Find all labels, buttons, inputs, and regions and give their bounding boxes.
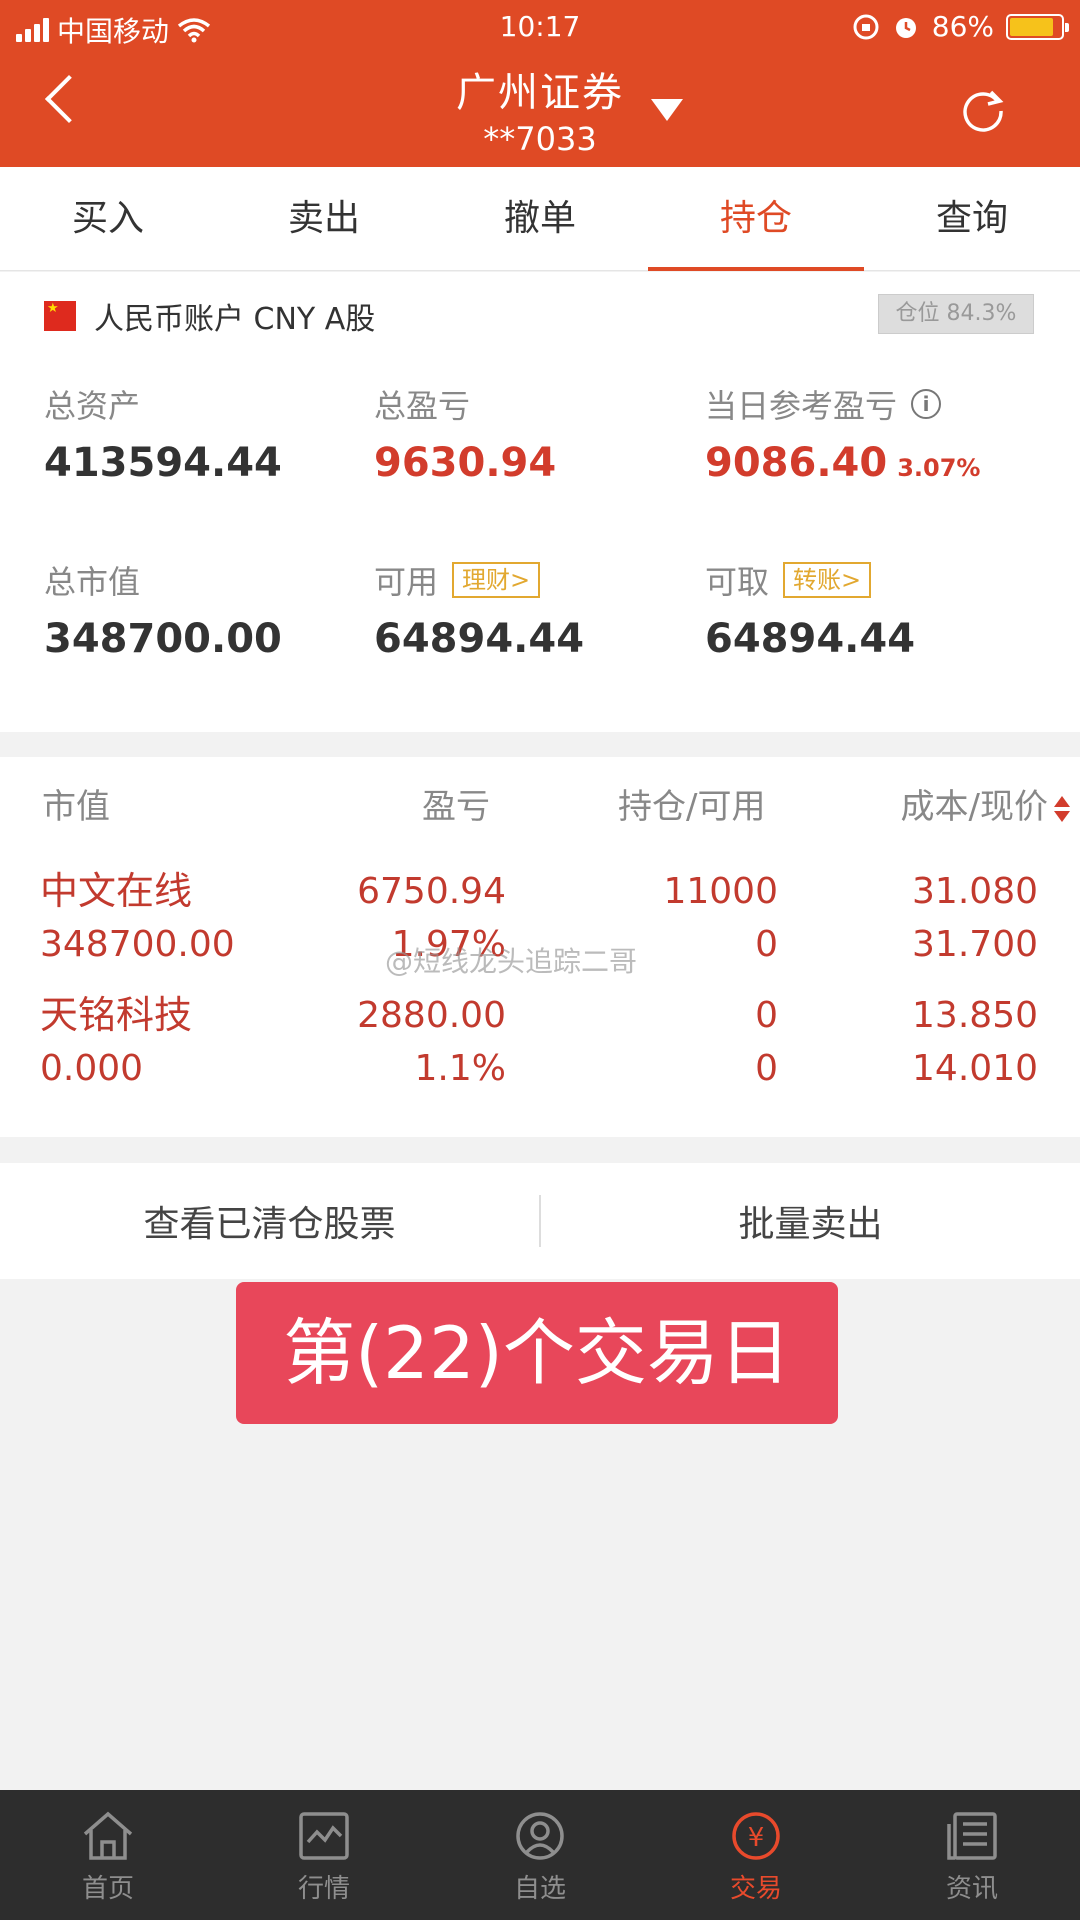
withdrawable-cell: 可取 转账> 64894.44: [705, 558, 1035, 662]
stock-price: 31.700: [912, 924, 1038, 965]
home-icon: [83, 1811, 133, 1860]
header-pl: 盈亏: [422, 787, 490, 827]
tab-cancel[interactable]: 撤单: [432, 167, 648, 270]
account-type-row: 人民币账户 CNY A股: [44, 294, 375, 338]
tab-buy[interactable]: 买入: [0, 167, 216, 270]
table-row[interactable]: 天铭科技 0.000 2880.00 1.1% 0 0 13.850 14.01…: [0, 989, 1080, 1139]
status-bar: 中国移动 10:17 86%: [0, 0, 1080, 52]
market-value-cell: 总市值 348700.00: [44, 558, 374, 662]
stock-name: 天铭科技: [40, 993, 193, 1037]
bottom-nav: 首页 行情 自选 ¥ 交易 资讯: [0, 1790, 1080, 1920]
nav-market-label: 行情: [297, 1874, 350, 1904]
daily-pl-value: 9086.40: [705, 440, 888, 486]
daily-pl-percent: 3.07%: [897, 454, 981, 482]
nav-watchlist-label: 自选: [513, 1874, 566, 1904]
account-number: **7033: [483, 120, 597, 158]
trading-day-banner: 第(22)个交易日: [236, 1282, 838, 1424]
tab-query[interactable]: 查询: [864, 167, 1080, 270]
battery-icon: [1006, 13, 1069, 40]
header-market-value: 市值: [42, 787, 110, 827]
tab-holdings[interactable]: 持仓: [648, 167, 864, 271]
available-cell: 可用 理财> 64894.44: [374, 558, 704, 662]
finance-button[interactable]: 理财>: [452, 562, 541, 598]
nav-news-label: 资讯: [945, 1874, 998, 1904]
nav-trade[interactable]: ¥ 交易: [648, 1790, 864, 1920]
market-value-value: 348700.00: [44, 616, 282, 662]
total-pl-cell: 总盈亏 9630.94: [374, 382, 704, 486]
daily-pl-cell: 当日参考盈亏 i 9086.40 3.07%: [705, 382, 1080, 486]
trade-tabs: 买入 卖出 撤单 持仓 查询: [0, 167, 1080, 271]
stock-position: 11000: [663, 871, 778, 912]
alarm-icon: [895, 17, 916, 38]
info-icon[interactable]: i: [911, 389, 942, 419]
stock-name: 中文在线: [40, 869, 193, 913]
total-assets-cell: 总资产 413594.44: [44, 382, 374, 486]
news-icon: [947, 1812, 997, 1860]
account-type-label: 人民币账户 CNY A股: [94, 302, 376, 337]
chart-icon: [299, 1812, 349, 1860]
stock-pl: 6750.94: [357, 871, 506, 912]
stock-cost: 31.080: [912, 871, 1038, 912]
nav-trade-label: 交易: [729, 1874, 782, 1904]
stock-available: 0: [755, 924, 778, 965]
refresh-icon[interactable]: [958, 84, 1008, 134]
stock-market-value: 348700.00: [40, 924, 235, 965]
stock-price: 14.010: [912, 1048, 1038, 1089]
withdrawable-label: 可取: [705, 563, 770, 601]
position-ratio-badge: 仓位 84.3%: [878, 294, 1034, 334]
nav-home[interactable]: 首页: [0, 1790, 216, 1920]
stock-market-value: 0.000: [40, 1048, 144, 1089]
transfer-button[interactable]: 转账>: [783, 562, 872, 598]
stock-cost: 13.850: [912, 995, 1038, 1036]
header-title-group[interactable]: 广州证券 **7033: [0, 60, 1080, 158]
account-summary: 人民币账户 CNY A股 仓位 84.3% 总资产 413594.44 总盈亏 …: [0, 272, 1080, 732]
broker-title: 广州证券: [456, 70, 624, 116]
battery-percent: 86%: [931, 10, 994, 43]
available-label: 可用: [374, 563, 439, 601]
rotation-lock-icon: [853, 14, 879, 39]
stock-available: 0: [755, 1048, 778, 1089]
tab-sell[interactable]: 卖出: [216, 167, 432, 270]
nav-market[interactable]: 行情: [216, 1790, 432, 1920]
total-assets-label: 总资产: [44, 387, 141, 425]
holdings-actions: 查看已清仓股票 批量卖出: [0, 1163, 1080, 1279]
total-assets-value: 413594.44: [44, 440, 282, 486]
nav-watchlist[interactable]: 自选: [432, 1790, 648, 1920]
sort-icon[interactable]: [1054, 794, 1070, 824]
account-dropdown-icon[interactable]: [651, 99, 683, 121]
market-value-label: 总市值: [44, 563, 141, 601]
stock-pl: 2880.00: [357, 995, 506, 1036]
header-cost-price-label: 成本/现价: [900, 787, 1048, 827]
daily-pl-label: 当日参考盈亏: [705, 387, 898, 425]
total-pl-label: 总盈亏: [374, 387, 471, 425]
stock-position: 0: [755, 995, 778, 1036]
header-cost-price[interactable]: 成本/现价: [901, 757, 1070, 857]
trade-icon: ¥: [732, 1812, 780, 1860]
stock-pl-percent: 1.1%: [414, 1048, 506, 1089]
watermark: @短线龙头追踪二哥: [385, 945, 638, 978]
total-pl-value: 9630.94: [374, 440, 557, 486]
available-value: 64894.44: [374, 616, 585, 662]
china-flag-icon: [44, 301, 76, 331]
watchlist-icon: [516, 1812, 564, 1860]
nav-home-label: 首页: [81, 1874, 134, 1904]
view-cleared-button[interactable]: 查看已清仓股票: [0, 1195, 539, 1247]
nav-news[interactable]: 资讯: [864, 1790, 1080, 1920]
batch-sell-button[interactable]: 批量卖出: [541, 1195, 1080, 1247]
app-header: 中国移动 10:17 86% 广州证券 **7033: [0, 0, 1080, 167]
withdrawable-value: 64894.44: [705, 616, 916, 662]
header-position: 持仓/可用: [618, 787, 766, 827]
svg-text:¥: ¥: [748, 1823, 765, 1853]
